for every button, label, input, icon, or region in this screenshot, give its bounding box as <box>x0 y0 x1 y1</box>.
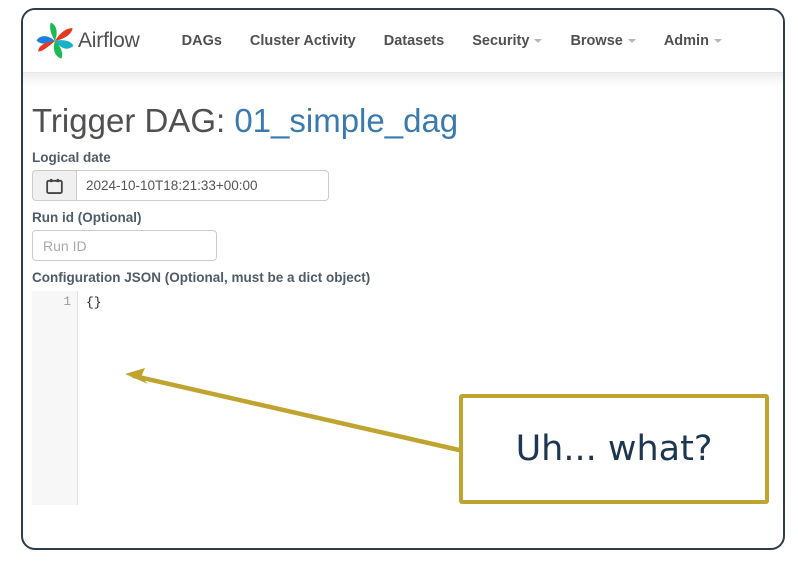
navbar-divider <box>23 72 783 86</box>
editor-code-area[interactable]: {} <box>78 291 783 505</box>
nav-item-cluster-activity[interactable]: Cluster Activity <box>236 25 370 57</box>
run-id-label: Run id (Optional) <box>32 210 142 226</box>
navbar-brand-label: Airflow <box>78 29 140 52</box>
logical-date-label: Logical date <box>32 150 111 166</box>
page-title: Trigger DAG: 01_simple_dag <box>29 100 783 141</box>
nav-item-label: Cluster Activity <box>249 33 356 49</box>
run-id-input[interactable] <box>32 230 217 262</box>
calendar-icon <box>46 178 63 194</box>
nav-item-label: Datasets <box>383 33 445 49</box>
editor-line-number-gutter: 1 <box>32 291 78 506</box>
browser-window-frame: Airflow DAGs Cluster Activity Datasets S… <box>21 8 785 550</box>
configuration-json-editor[interactable]: 1 {} <box>32 290 783 506</box>
navbar-brand[interactable]: Airflow <box>35 21 140 61</box>
page-title-dag-name: 01_simple_dag <box>234 102 459 139</box>
chevron-down-icon <box>713 39 722 43</box>
nav-item-admin[interactable]: Admin <box>650 25 736 57</box>
main-content: Trigger DAG: 01_simple_dag Logical date … <box>23 86 783 506</box>
calendar-icon-button[interactable] <box>32 170 76 202</box>
chevron-down-icon <box>534 39 543 43</box>
airflow-pinwheel-logo <box>35 21 75 61</box>
nav-item-label: Browse <box>570 33 623 49</box>
nav-item-dags[interactable]: DAGs <box>168 25 236 57</box>
chevron-down-icon <box>627 39 636 43</box>
configuration-json-label: Configuration JSON (Optional, must be a … <box>32 270 371 286</box>
nav-item-browse[interactable]: Browse <box>556 25 649 57</box>
logical-date-input[interactable] <box>76 170 329 202</box>
nav-item-label: Admin <box>663 33 709 49</box>
main-navbar: Airflow DAGs Cluster Activity Datasets S… <box>23 10 783 72</box>
nav-item-label: Security <box>472 33 530 49</box>
logical-date-input-group <box>32 170 329 202</box>
nav-item-datasets[interactable]: Datasets <box>370 25 458 57</box>
nav-item-security[interactable]: Security <box>458 25 556 57</box>
nav-item-label: DAGs <box>181 33 222 49</box>
line-number: 1 <box>63 295 71 310</box>
page-title-prefix: Trigger DAG: <box>32 102 235 139</box>
